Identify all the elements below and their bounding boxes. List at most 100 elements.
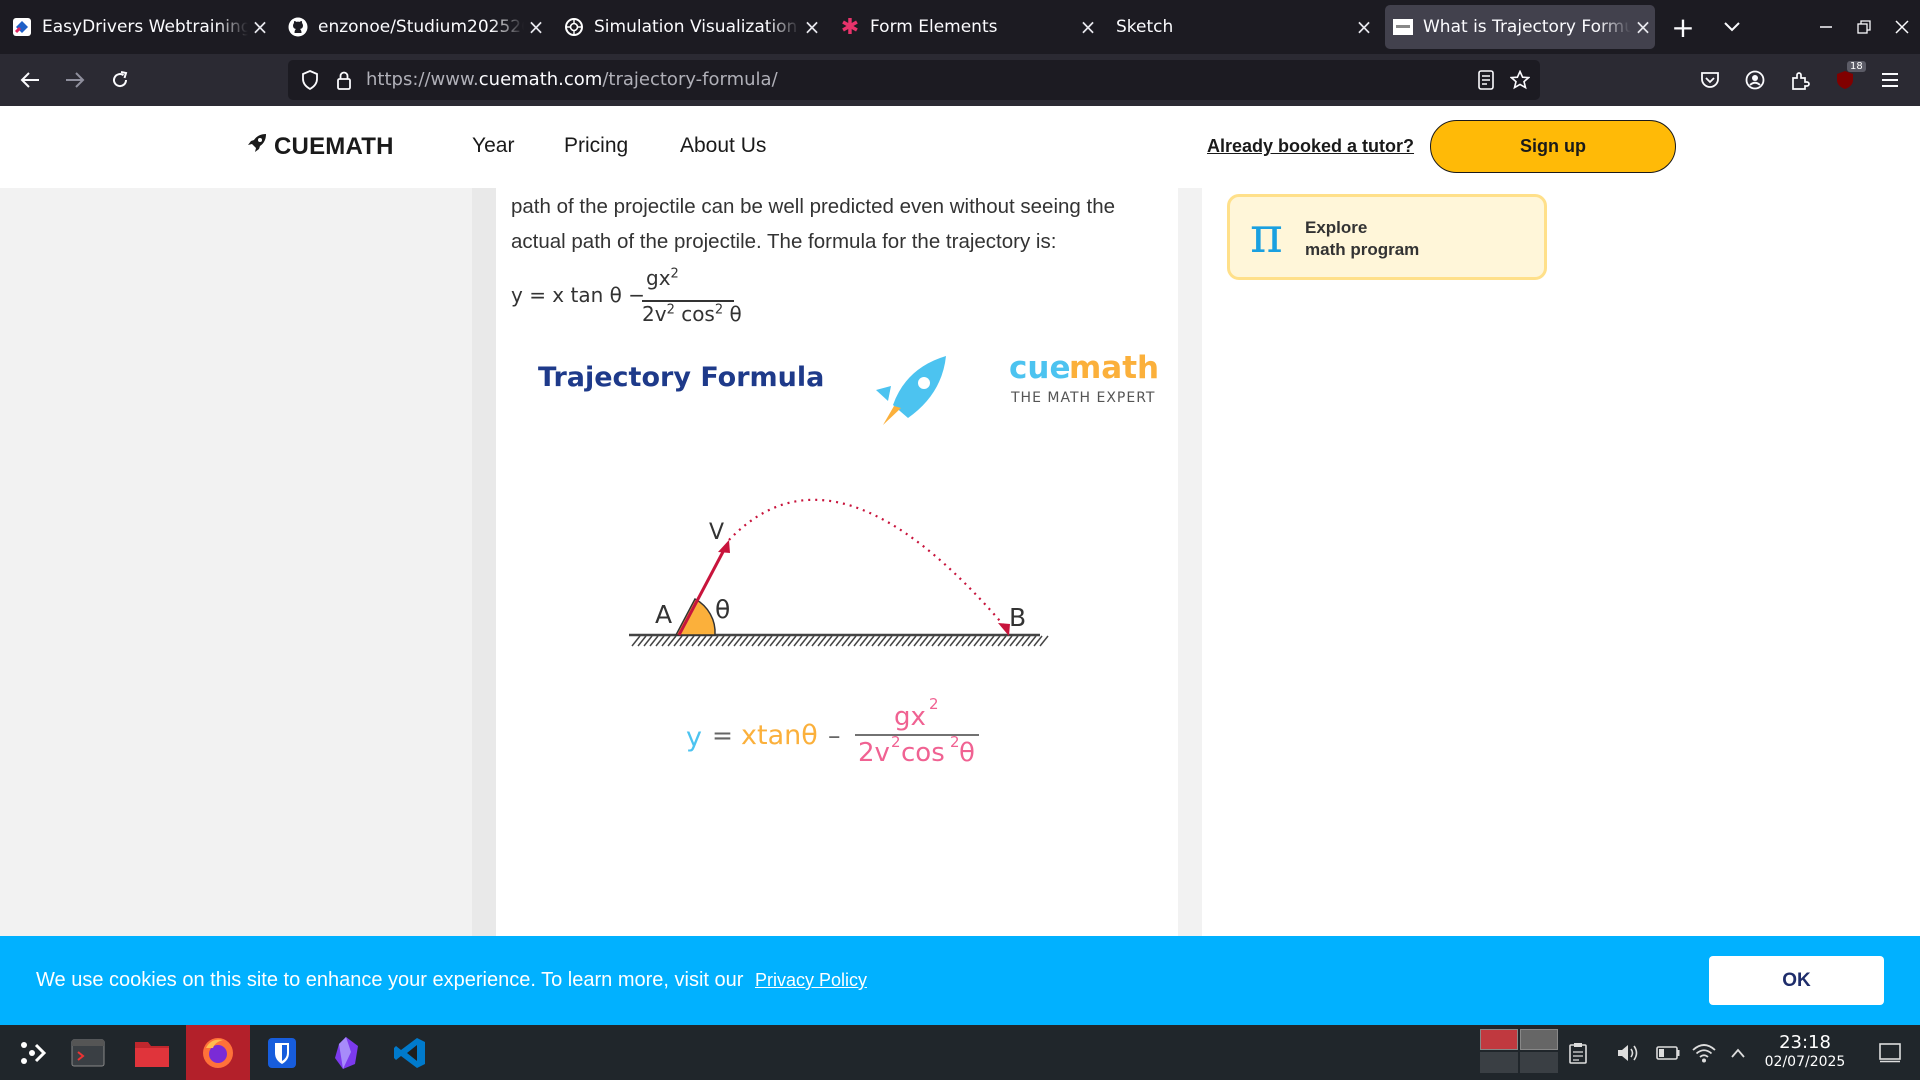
desktop-4[interactable]	[1520, 1052, 1558, 1073]
close-window-icon[interactable]	[1886, 11, 1918, 43]
reader-view-icon[interactable]	[1470, 64, 1502, 96]
cookie-ok-button[interactable]: OK	[1709, 956, 1884, 1005]
bookmark-star-icon[interactable]	[1504, 64, 1536, 96]
volume-icon[interactable]	[1608, 1025, 1648, 1080]
pi-icon: π	[1250, 206, 1283, 264]
diagram-title: Trajectory Formula	[538, 362, 824, 393]
ublock-icon[interactable]: 18	[1829, 61, 1866, 96]
wifi-icon[interactable]	[1684, 1025, 1724, 1080]
close-tab-icon[interactable]: ×	[248, 15, 272, 39]
explore-line-2: math program	[1305, 240, 1420, 259]
label-v: V	[709, 520, 724, 545]
tab-title: EasyDrivers Webtraining | Allg	[42, 17, 248, 37]
tab-title: Form Elements	[870, 17, 998, 37]
openai-icon	[564, 17, 584, 37]
restore-icon[interactable]	[1848, 11, 1880, 43]
left-gutter	[472, 188, 496, 936]
tab-title: enzonoe/Studium202526: Stud	[318, 17, 524, 37]
rocket-icon	[246, 132, 268, 161]
already-booked-link[interactable]: Already booked a tutor?	[1207, 136, 1414, 157]
denominator-theta: θ	[723, 302, 742, 326]
brand-rocket-window	[918, 377, 930, 389]
formula-denominator: 2v2 cos2 θ	[642, 302, 742, 326]
numerator-text: gx	[646, 266, 671, 290]
list-all-tabs-icon[interactable]	[1716, 11, 1748, 43]
reload-icon[interactable]	[104, 64, 136, 96]
close-tab-icon[interactable]: ×	[800, 15, 824, 39]
terminal-icon[interactable]	[56, 1025, 120, 1080]
menu-hamburger-icon[interactable]	[1874, 64, 1906, 96]
cookie-message: We use cookies on this site to enhance y…	[36, 969, 867, 992]
system-tray-expand-icon[interactable]	[1720, 1025, 1756, 1080]
app-launcher-icon[interactable]	[0, 1025, 64, 1080]
battery-icon[interactable]	[1648, 1025, 1688, 1080]
formula-numerator: gx2	[646, 266, 679, 290]
eq-denominator-cos: cos	[901, 738, 945, 768]
eq-equals: =	[712, 721, 733, 750]
eq-xtan-theta: xtanθ	[741, 720, 818, 751]
eq-numerator: gx	[894, 702, 926, 732]
file-manager-icon[interactable]	[120, 1025, 184, 1080]
numerator-exponent: 2	[670, 266, 679, 282]
lock-icon[interactable]	[328, 64, 360, 96]
denominator-cos: cos	[674, 302, 715, 326]
nav-year[interactable]: Year	[472, 134, 514, 158]
minimize-icon[interactable]	[1810, 11, 1842, 43]
cookie-banner: We use cookies on this site to enhance y…	[0, 936, 1920, 1025]
privacy-policy-link[interactable]: Privacy Policy	[755, 970, 867, 990]
trajectory-path	[728, 498, 1007, 629]
system-clock[interactable]: 23:18 02/07/2025	[1760, 1033, 1850, 1071]
explore-math-program-card[interactable]: π Explore math program	[1227, 194, 1547, 280]
cuemath-logo[interactable]: CUEMATH	[246, 132, 394, 161]
paragraph-line: actual path of the projectile. The formu…	[511, 230, 1057, 253]
forward-arrow-icon[interactable]	[59, 64, 91, 96]
eq-numerator-exponent: 2	[929, 695, 939, 713]
vscode-icon[interactable]	[378, 1025, 442, 1080]
tab-sketch[interactable]: Sketch ×	[1110, 5, 1376, 49]
url-bar[interactable]: https://www.cuemath.com/trajectory-formu…	[288, 60, 1540, 100]
os-taskbar: 23:18 02/07/2025	[0, 1025, 1920, 1080]
nav-about-us[interactable]: About Us	[680, 134, 766, 158]
tab-github[interactable]: enzonoe/Studium202526: Stud ×	[282, 5, 548, 49]
github-icon	[288, 17, 308, 37]
close-tab-icon[interactable]: ×	[1076, 15, 1100, 39]
brand-tagline: THE MATH EXPERT	[1010, 390, 1155, 406]
desktop-3[interactable]	[1480, 1052, 1518, 1073]
pocket-icon[interactable]	[1694, 64, 1726, 96]
close-tab-icon[interactable]: ×	[1352, 15, 1376, 39]
account-icon[interactable]	[1739, 64, 1771, 96]
sign-up-button[interactable]: Sign up	[1430, 120, 1676, 173]
ground-hatching	[631, 635, 1049, 647]
logo-text: CUEMATH	[274, 132, 394, 160]
label-theta: θ	[715, 595, 730, 624]
new-tab-icon[interactable]: +	[1667, 11, 1699, 44]
tab-form-elements[interactable]: ✱ Form Elements ×	[834, 5, 1100, 49]
clipboard-icon[interactable]	[1558, 1025, 1598, 1080]
bitwarden-icon[interactable]	[250, 1025, 314, 1080]
virtual-desktop-pager[interactable]	[1480, 1029, 1558, 1075]
cuemath-favicon-icon	[1393, 17, 1413, 37]
url-domain: cuemath.com	[478, 69, 603, 90]
nav-pricing[interactable]: Pricing	[564, 134, 628, 158]
brand-rocket-fin	[876, 386, 891, 401]
url-text[interactable]: https://www.cuemath.com/trajectory-formu…	[366, 69, 778, 90]
brand-rocket-icon	[893, 356, 946, 418]
trajectory-diagram: Trajectory Formula cue math THE MATH EXP…	[538, 350, 1159, 768]
desktop-2[interactable]	[1520, 1029, 1558, 1050]
close-tab-icon[interactable]: ×	[524, 15, 548, 39]
firefox-icon[interactable]	[186, 1025, 250, 1080]
brand-math-text: math	[1069, 350, 1159, 386]
obsidian-icon[interactable]	[314, 1025, 378, 1080]
tab-trajectory-formula[interactable]: What is Trajectory Formula? Ex ×	[1385, 5, 1655, 49]
desktop-1[interactable]	[1480, 1029, 1518, 1050]
eq-denominator: 2v	[858, 738, 890, 768]
url-prefix: https://www.	[366, 69, 479, 90]
show-desktop-icon[interactable]	[1870, 1025, 1910, 1080]
back-arrow-icon[interactable]	[14, 64, 46, 96]
article-content: path of the projectile can be well predi…	[496, 188, 1178, 936]
tab-simulation-icons[interactable]: Simulation Visualization Icons ×	[558, 5, 824, 49]
extensions-icon[interactable]	[1784, 64, 1816, 96]
tab-easydrivers[interactable]: EasyDrivers Webtraining | Allg ×	[6, 5, 272, 49]
shield-icon[interactable]	[294, 64, 326, 96]
close-tab-icon[interactable]: ×	[1631, 15, 1655, 39]
